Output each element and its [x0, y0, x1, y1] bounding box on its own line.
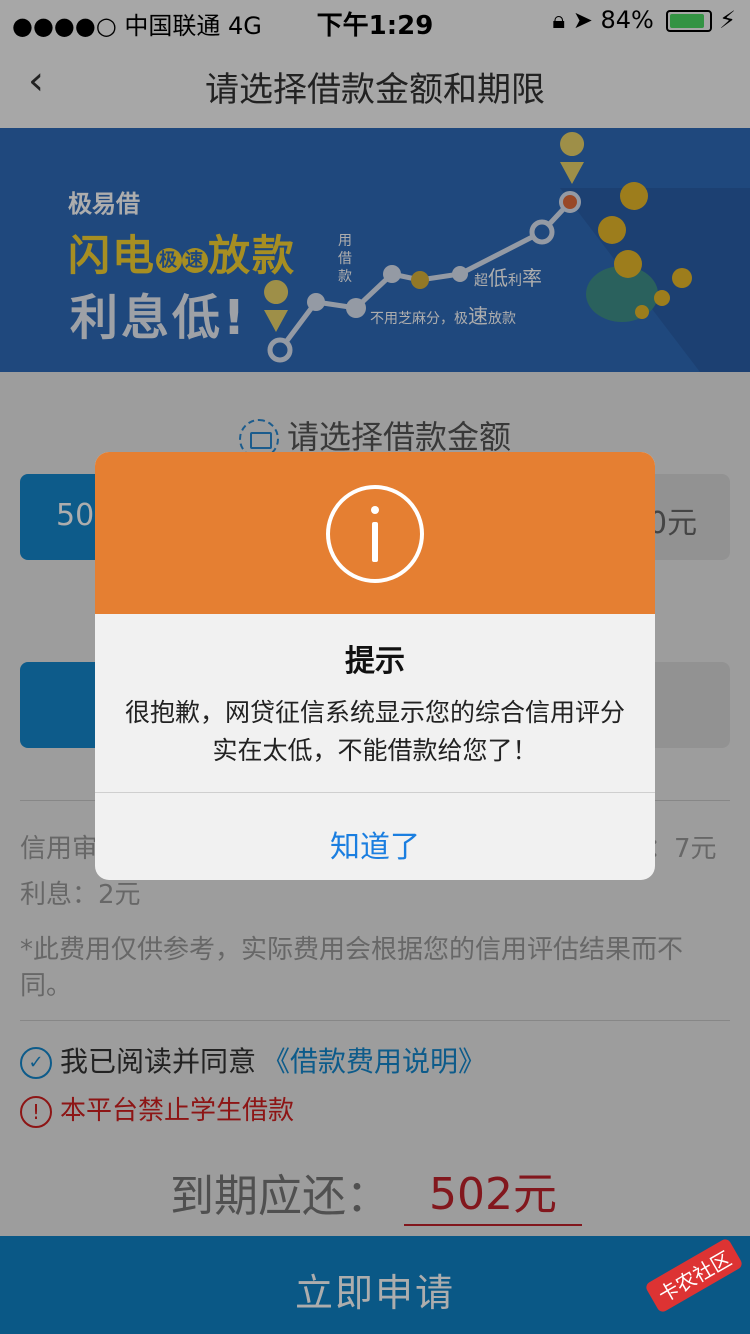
dialog-ok-button[interactable]: 知道了: [95, 822, 655, 866]
alert-dialog: 提示 很抱歉，网贷征信系统显示您的综合信用评分实在太低，不能借款给您了！ 知道了: [95, 452, 655, 880]
dialog-header: [95, 452, 655, 614]
dialog-message: 很抱歉，网贷征信系统显示您的综合信用评分实在太低，不能借款给您了！: [124, 698, 625, 765]
dialog-title: 提示: [345, 644, 405, 679]
dialog-separator: [95, 792, 655, 793]
info-icon: [326, 485, 424, 583]
